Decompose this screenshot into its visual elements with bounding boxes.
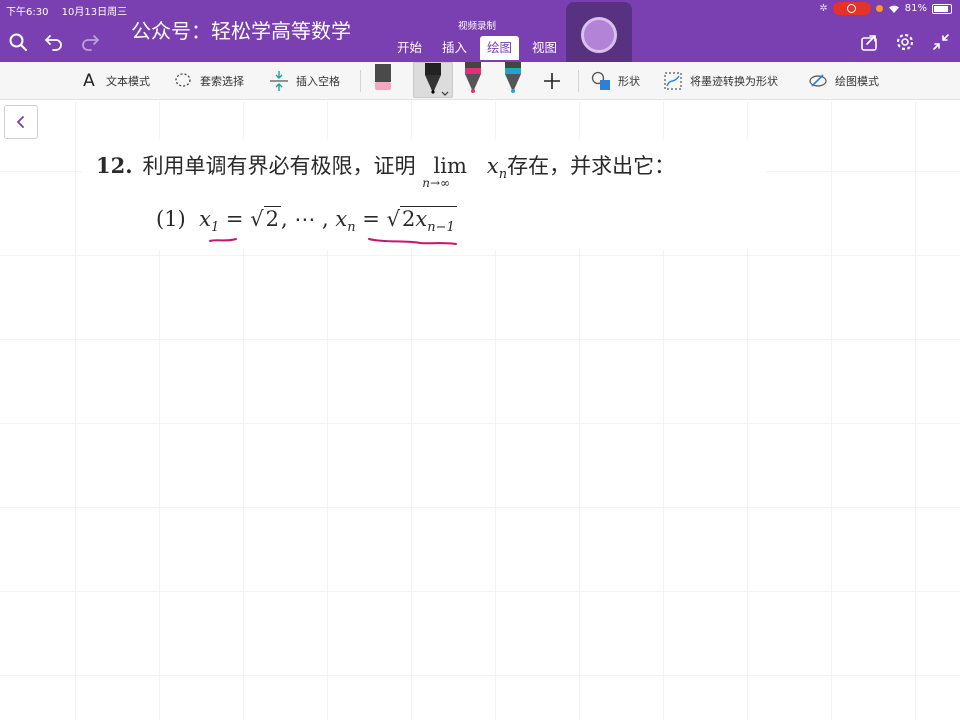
- text-mode-button[interactable]: A 文本模式: [78, 70, 150, 92]
- top-bar: 下午6:30 10月13日周三 ✲ 81% 公众号：轻松学高等数学 视频录制 开…: [0, 0, 960, 68]
- gear-icon[interactable]: [893, 30, 917, 54]
- mic-indicator-icon: [875, 5, 883, 12]
- problem-image: 12. 利用单调有界必有极限，证明 lim n→∞ xn存在，并求出它： (1) x…: [82, 140, 766, 250]
- highlighter-teal-tool[interactable]: [502, 62, 524, 98]
- status-time: 下午6:30: [6, 7, 49, 18]
- tab-draw[interactable]: 绘图: [480, 36, 520, 60]
- search-icon[interactable]: [6, 30, 30, 54]
- sub-question-1: (1) x1 = √2, ⋯ , xn = √2xn−1: [156, 206, 457, 236]
- undo-icon[interactable]: [42, 30, 66, 54]
- tab-insert[interactable]: 插入: [435, 36, 474, 60]
- eraser-tool[interactable]: [372, 62, 394, 98]
- brightness-icon: ✲: [819, 3, 828, 14]
- tab-home[interactable]: 开始: [390, 36, 429, 60]
- part-label: (1): [156, 207, 186, 231]
- draw-mode-icon: [807, 70, 829, 92]
- pen-black-tool[interactable]: [413, 62, 453, 98]
- recording-label: 视频录制: [458, 21, 497, 32]
- draw-ribbon: A 文本模式 套索选择 插入空格 形状 将墨迹转换为形状 绘图模式: [0, 62, 960, 100]
- ink-to-shape-button[interactable]: 将墨迹转换为形状: [662, 70, 778, 92]
- problem-text-before: 利用单调有界必有极限，证明: [142, 154, 416, 178]
- limit-subscript: n→∞: [422, 176, 451, 190]
- status-date: 10月13日周三: [61, 7, 128, 18]
- chevron-left-icon: [16, 116, 24, 128]
- limit-operator: lim n→∞: [422, 154, 467, 190]
- wifi-icon: [888, 5, 899, 13]
- draw-mode-button[interactable]: 绘图模式: [807, 70, 879, 92]
- add-pen-button[interactable]: [541, 70, 563, 92]
- app-title: 公众号：轻松学高等数学: [131, 19, 351, 43]
- problem-statement: 12. 利用单调有界必有极限，证明 lim n→∞ xn存在，并求出它：: [96, 150, 676, 190]
- x-subscript: n: [498, 167, 508, 183]
- problem-text-after: 存在，并求出它：: [507, 154, 676, 178]
- lasso-select-button[interactable]: 套索选择: [172, 70, 244, 92]
- insert-space-button[interactable]: 插入空格: [268, 70, 340, 92]
- share-icon[interactable]: [857, 30, 881, 54]
- status-bar: 下午6:30 10月13日周三 ✲ 81%: [0, 0, 960, 18]
- battery-icon: [932, 3, 952, 14]
- screen-record-indicator[interactable]: [832, 2, 871, 15]
- redo-icon[interactable]: [78, 30, 102, 54]
- ellipsis: , ⋯ ,: [280, 207, 329, 231]
- sqrt-recurrence: √2xn−1: [386, 206, 457, 236]
- battery-percent: 81%: [904, 3, 927, 14]
- sqrt-two: √2: [250, 206, 281, 231]
- insert-space-icon: [268, 70, 290, 92]
- ribbon-tabs: 开始 插入 绘图 视图: [390, 36, 564, 60]
- x-variable: x: [486, 154, 499, 178]
- ink-to-shape-icon: [662, 70, 684, 92]
- collapse-icon[interactable]: [929, 30, 953, 54]
- pen-pink-tool[interactable]: [462, 62, 484, 98]
- plus-icon: [541, 70, 563, 92]
- tab-view[interactable]: 视图: [525, 36, 564, 60]
- shapes-button[interactable]: 形状: [590, 70, 640, 92]
- text-a-icon: A: [83, 71, 95, 91]
- record-circle-icon: [581, 17, 617, 53]
- back-button[interactable]: [4, 105, 38, 139]
- record-button[interactable]: [566, 2, 632, 68]
- problem-number: 12.: [96, 153, 133, 178]
- lasso-icon: [172, 70, 194, 92]
- shapes-icon: [590, 70, 612, 92]
